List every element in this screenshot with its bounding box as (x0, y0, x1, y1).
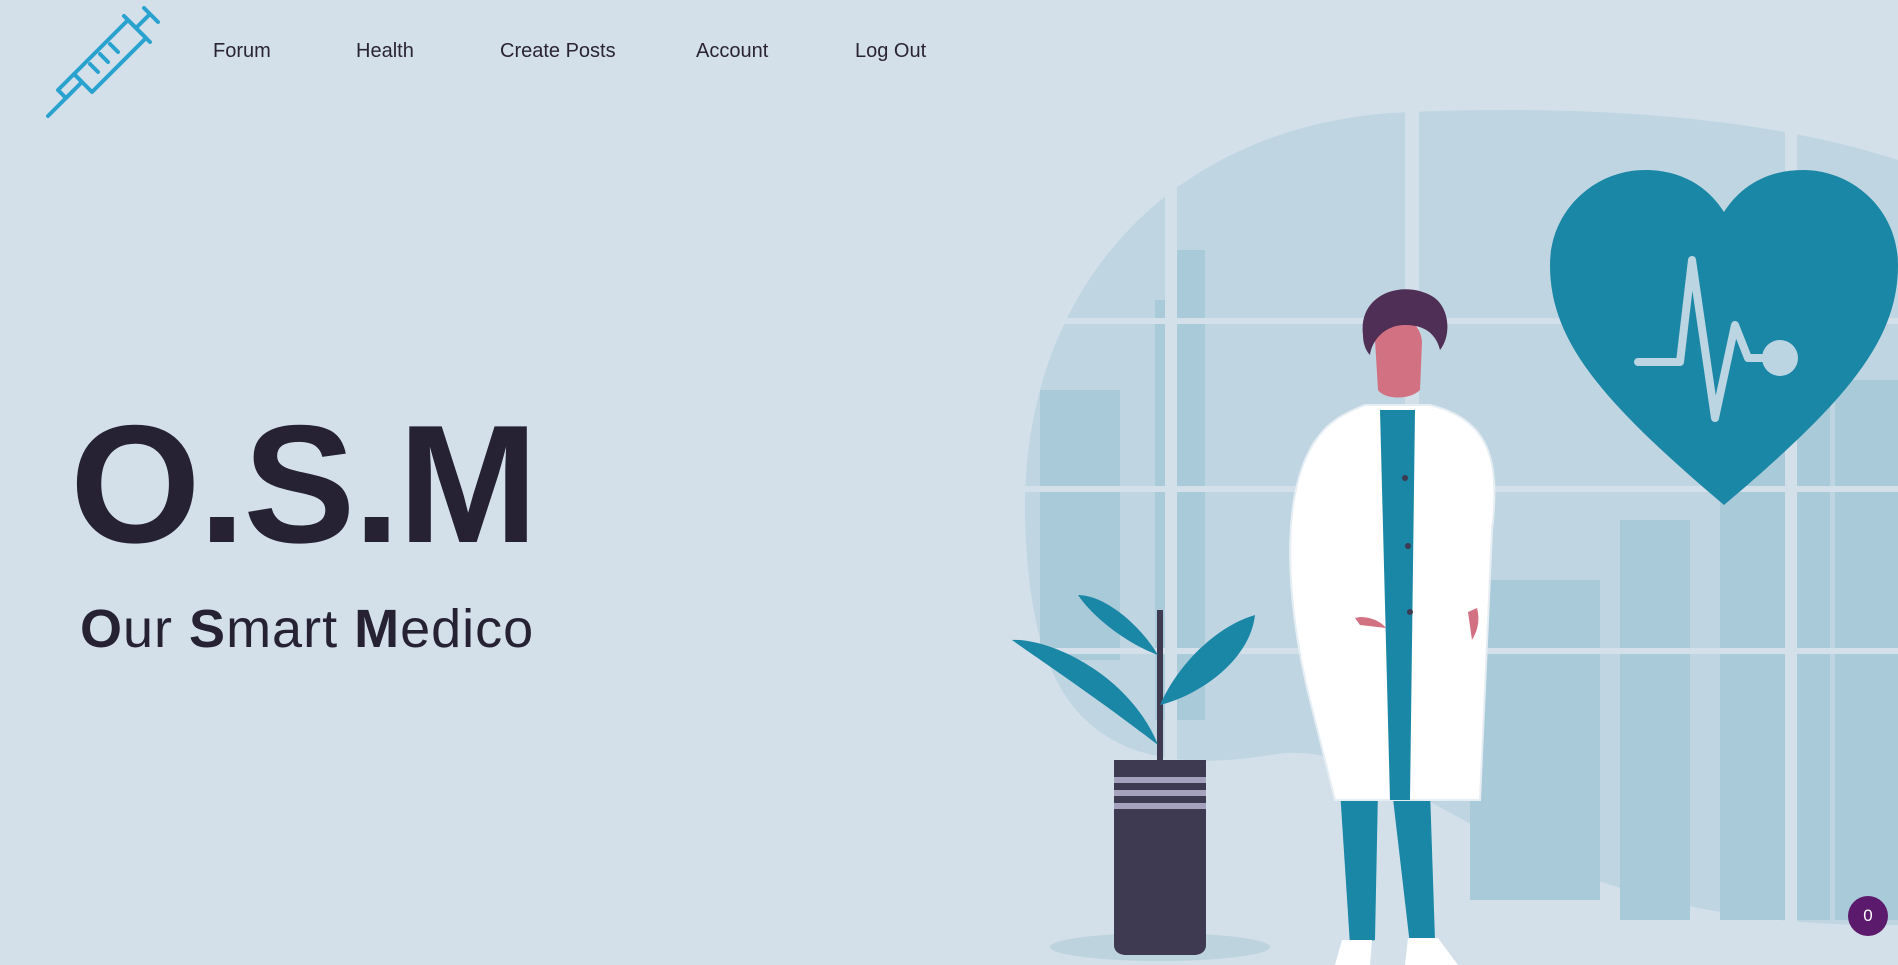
hero-title: O.S.M (70, 390, 538, 578)
notification-badge[interactable]: 0 (1848, 896, 1888, 936)
hero-subtitle: Our Smart Medico (80, 602, 534, 656)
subtitle-initial-m: M (354, 599, 401, 659)
nav-health[interactable]: Health (356, 40, 414, 63)
nav-account[interactable]: Account (696, 40, 768, 63)
syringe-icon[interactable] (44, 6, 160, 122)
subtitle-initial-o: O (80, 599, 124, 659)
subtitle-initial-s: S (189, 599, 227, 659)
nav-create-posts[interactable]: Create Posts (500, 40, 616, 63)
doctor-illustration (1012, 100, 1898, 965)
subtitle-word-1-rest: ur (123, 599, 190, 659)
subtitle-word-2-rest: mart (226, 599, 355, 659)
nav-log-out[interactable]: Log Out (855, 40, 926, 63)
nav-forum[interactable]: Forum (213, 40, 271, 63)
subtitle-word-3-rest: edico (400, 599, 535, 659)
